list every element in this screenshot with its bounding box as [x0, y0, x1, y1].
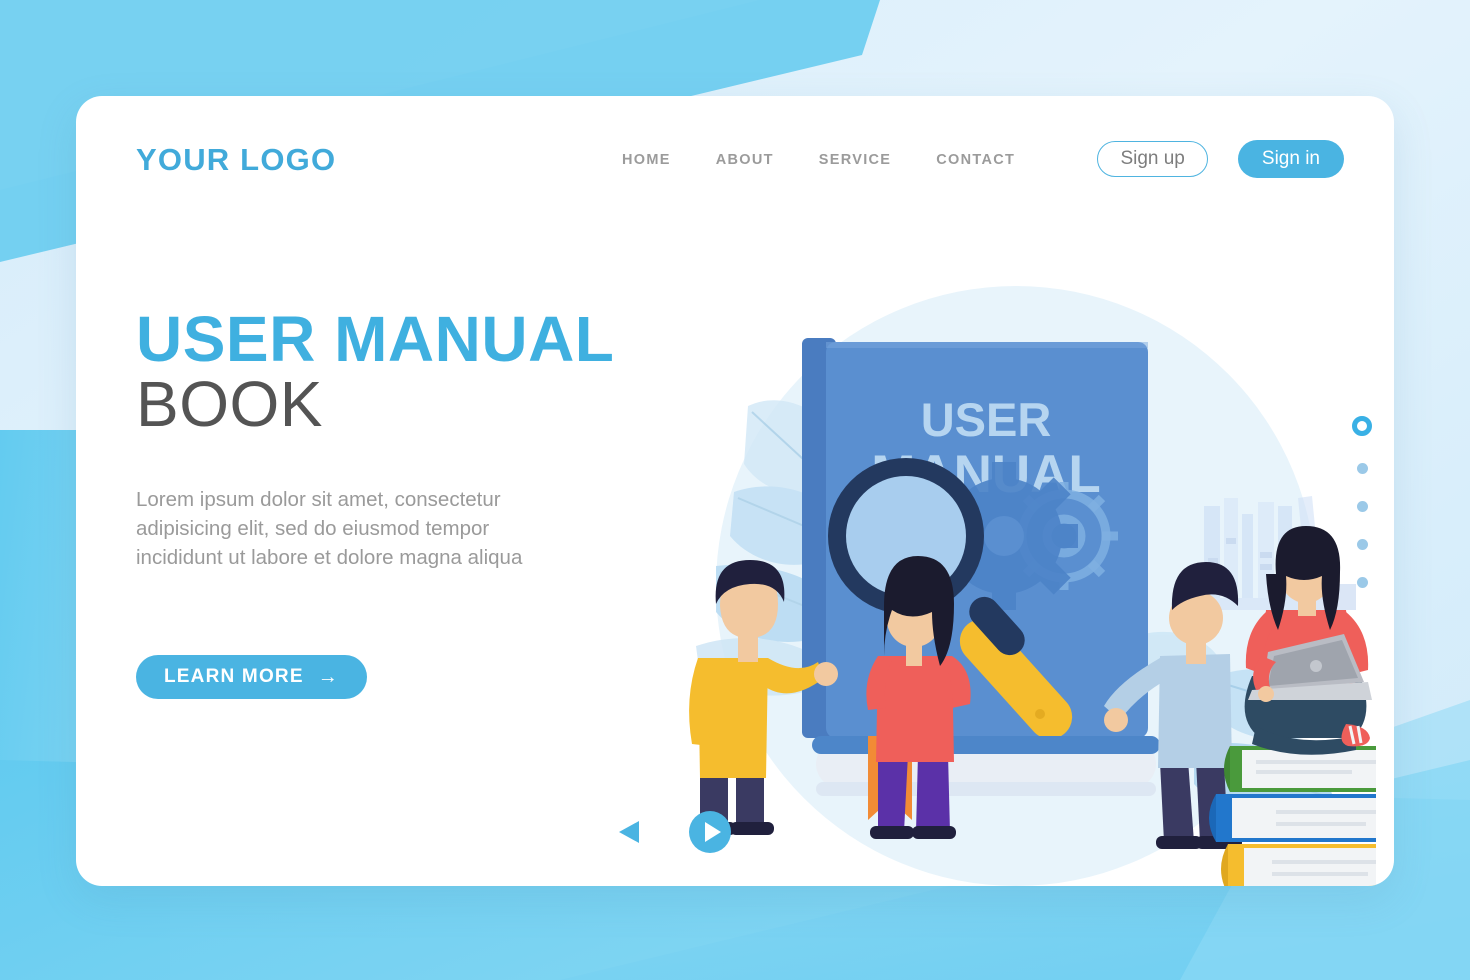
triangle-left-icon[interactable] [616, 818, 642, 846]
carousel-dot-2[interactable] [1356, 463, 1368, 474]
hero-copy: USER MANUAL BOOK Lorem ipsum dolor sit a… [136, 303, 696, 699]
auth-buttons: Sign up Sign in [1097, 140, 1344, 178]
hero-illustration: USER MANUAL [616, 206, 1376, 886]
page-title-line-2: BOOK [136, 368, 323, 441]
nav-item-service[interactable]: SERVICE [819, 152, 892, 168]
site-header: YOUR LOGO HOME ABOUT SERVICE CONTACT Sig… [76, 96, 1394, 216]
nav-item-about[interactable]: ABOUT [716, 152, 774, 168]
carousel-dot-3[interactable] [1356, 501, 1368, 512]
learn-more-button[interactable]: LEARN MORE → [136, 654, 367, 699]
logo[interactable]: YOUR LOGO [136, 142, 336, 178]
book-stack [1209, 746, 1376, 886]
carousel-dot-5[interactable] [1356, 577, 1368, 588]
sign-in-button[interactable]: Sign in [1237, 140, 1344, 178]
book-cover-title-line-1: USER [921, 393, 1052, 446]
nav-item-contact[interactable]: CONTACT [936, 152, 1015, 168]
arrow-right-icon: → [317, 665, 339, 688]
main-nav: HOME ABOUT SERVICE CONTACT [622, 152, 1015, 168]
learn-more-label: LEARN MORE [164, 665, 304, 687]
nav-item-home[interactable]: HOME [622, 152, 671, 168]
carousel-dots [1352, 416, 1372, 588]
hero-card: YOUR LOGO HOME ABOUT SERVICE CONTACT Sig… [76, 96, 1394, 886]
carousel-controls [616, 810, 732, 854]
sign-up-button[interactable]: Sign up [1097, 141, 1208, 177]
carousel-dot-4[interactable] [1356, 539, 1368, 550]
play-circle-icon[interactable] [688, 810, 732, 854]
hero-paragraph: Lorem ipsum dolor sit amet, consectetur … [136, 488, 523, 570]
page-title-line-1: USER MANUAL [136, 303, 615, 375]
carousel-dot-1[interactable] [1352, 416, 1372, 436]
